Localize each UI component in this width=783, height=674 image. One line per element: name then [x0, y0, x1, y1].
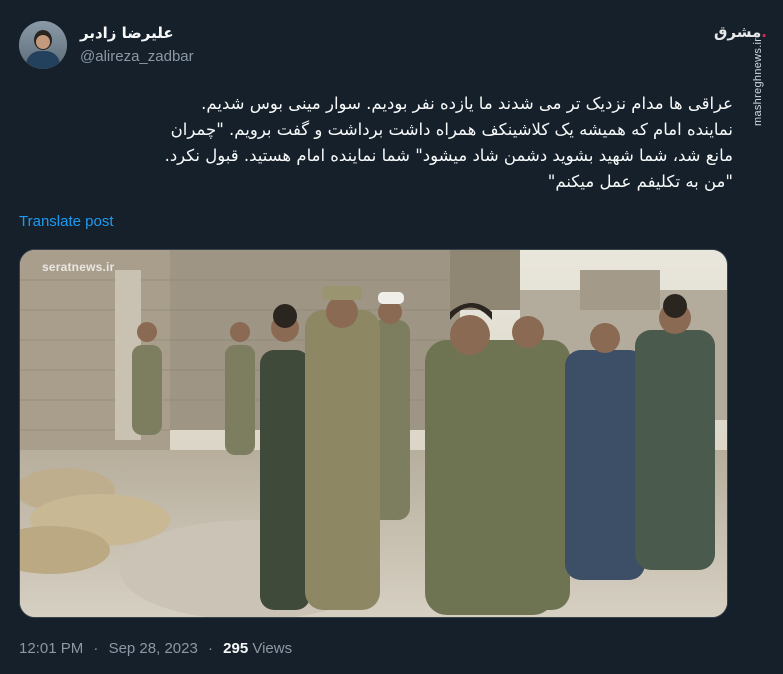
translate-post-link[interactable]: Translate post [19, 213, 114, 230]
author-display-name[interactable]: علیرضا زادبر [80, 23, 194, 43]
photo-illustration [20, 250, 727, 617]
meta-separator: · [93, 640, 99, 657]
post-text-line: عراقی ها مدام نزدیک تر می شدند ما یازده … [201, 94, 733, 113]
post-header: علیرضا زادبر @alireza_zadbar مشرق. [19, 17, 767, 73]
views-label: Views [252, 640, 293, 657]
post-text-line: مانع شد، شما شهید بشوید دشمن شاد میشود" … [164, 146, 733, 165]
mashregh-logo: مشرق. [714, 23, 767, 41]
views-count: 295 [223, 640, 249, 657]
side-url-watermark: mashreghnews.ir [752, 37, 764, 126]
post-meta: 12:01 PM · Sep 28, 2023 · 295 Views [19, 640, 292, 657]
post-text: عراقی ها مدام نزدیک تر می شدند ما یازده … [19, 91, 733, 195]
post-text-line: نماینده امام که همیشه یک کلاشینکف همراه … [170, 120, 733, 139]
post-text-line: "من به تکلیفم عمل میکنم" [547, 172, 733, 191]
post-photo[interactable]: seratnews.ir [19, 249, 728, 618]
post-time[interactable]: 12:01 PM [19, 640, 83, 657]
post-date[interactable]: Sep 28, 2023 [109, 640, 198, 657]
author-names: علیرضا زادبر @alireza_zadbar [80, 23, 194, 67]
avatar[interactable] [19, 21, 67, 69]
meta-separator: · [207, 640, 213, 657]
author-handle[interactable]: @alireza_zadbar [80, 47, 194, 67]
photo-watermark: seratnews.ir [42, 260, 115, 274]
